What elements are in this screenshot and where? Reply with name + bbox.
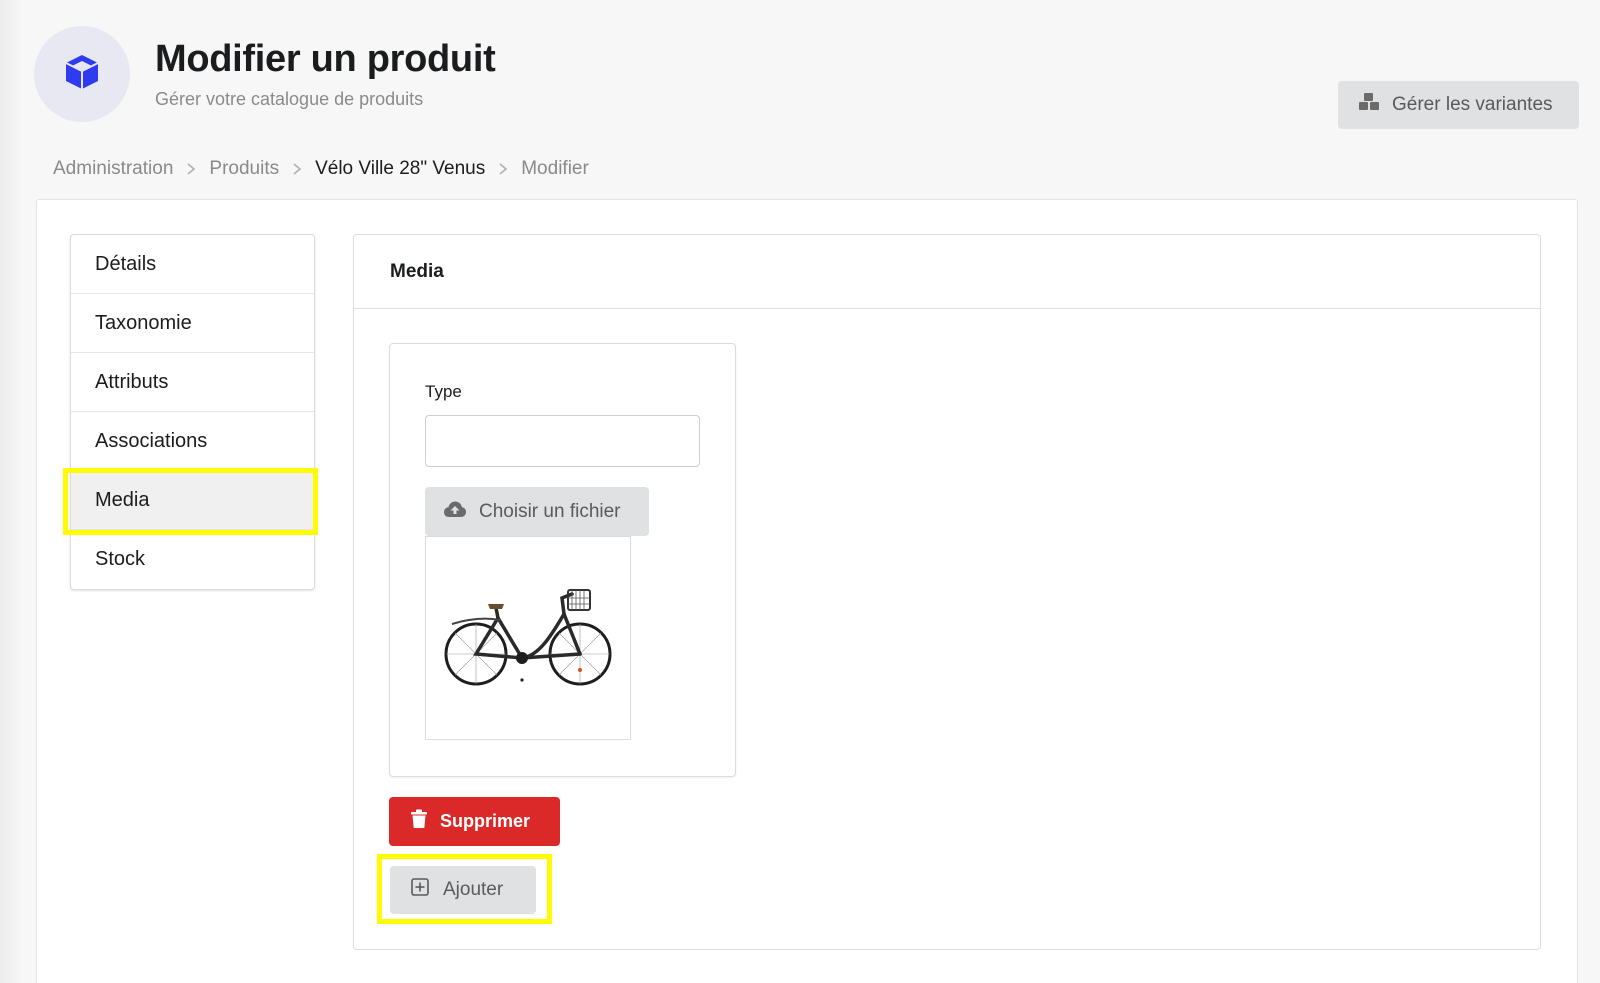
- type-input[interactable]: [425, 415, 700, 467]
- chevron-right-icon: [498, 162, 508, 176]
- breadcrumb-item-product[interactable]: Vélo Ville 28" Venus: [315, 158, 485, 180]
- type-label: Type: [425, 382, 462, 401]
- window-edge-shade: [0, 0, 22, 983]
- side-menu-item-taxonomie[interactable]: Taxonomie: [71, 294, 314, 353]
- side-menu-item-details[interactable]: Détails: [71, 235, 314, 294]
- trash-icon: [410, 809, 428, 834]
- section-title: Media: [354, 235, 1540, 309]
- delete-button[interactable]: Supprimer: [389, 797, 560, 846]
- side-menu-item-media[interactable]: Media: [71, 471, 314, 530]
- breadcrumb: Administration Produits Vélo Ville 28" V…: [53, 158, 589, 180]
- side-menu-item-associations[interactable]: Associations: [71, 412, 314, 471]
- cloud-upload-icon: [443, 500, 467, 524]
- header-icon-badge: [34, 26, 130, 122]
- breadcrumb-item-modifier: Modifier: [521, 158, 589, 179]
- choose-file-label: Choisir un fichier: [479, 500, 621, 522]
- page-subtitle: Gérer votre catalogue de produits: [155, 89, 424, 109]
- product-image-preview: [425, 536, 631, 740]
- chevron-right-icon: [292, 162, 302, 176]
- breadcrumb-item-produits[interactable]: Produits: [209, 158, 279, 180]
- choose-file-button[interactable]: Choisir un fichier: [425, 487, 649, 536]
- side-menu: Détails Taxonomie Attributs Associations…: [70, 234, 315, 590]
- breadcrumb-item-administration[interactable]: Administration: [53, 158, 173, 180]
- cube-icon: [62, 52, 102, 97]
- page-title: Modifier un produit: [155, 38, 496, 80]
- add-label: Ajouter: [443, 879, 504, 900]
- delete-label: Supprimer: [440, 811, 531, 831]
- add-button[interactable]: Ajouter: [390, 866, 536, 914]
- chevron-right-icon: [186, 162, 196, 176]
- cubes-icon: [1358, 92, 1380, 118]
- side-menu-item-attributs[interactable]: Attributs: [71, 353, 314, 412]
- manage-variants-button[interactable]: Gérer les variantes: [1338, 81, 1579, 129]
- plus-square-icon: [411, 878, 429, 902]
- bicycle-image: [438, 576, 618, 701]
- side-menu-item-stock[interactable]: Stock: [71, 530, 314, 589]
- manage-variants-label: Gérer les variantes: [1392, 94, 1553, 115]
